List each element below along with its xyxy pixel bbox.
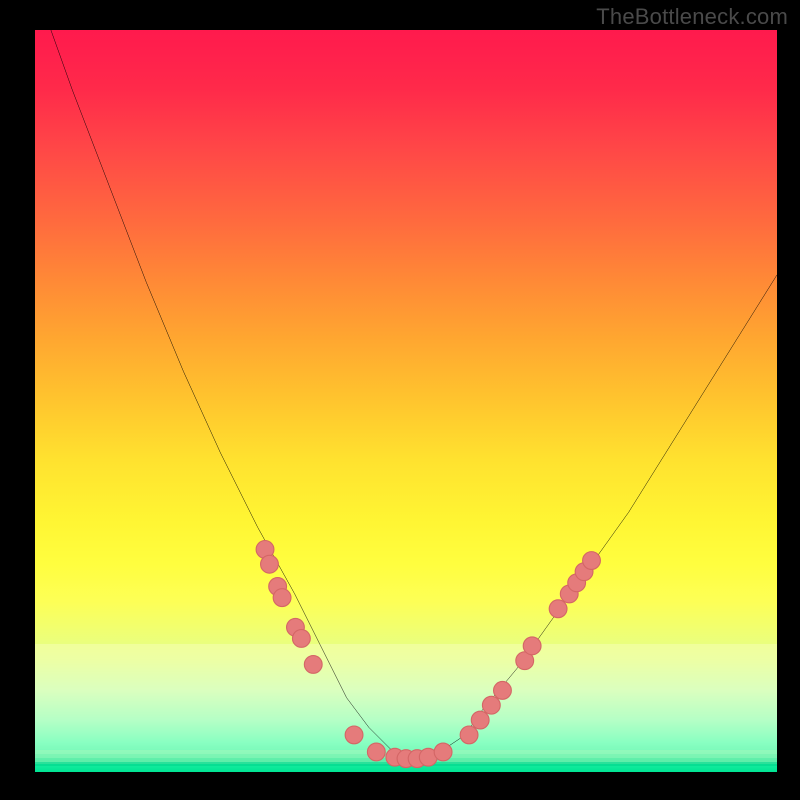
data-marker — [345, 726, 363, 744]
data-marker — [273, 589, 291, 607]
chart-frame: TheBottleneck.com — [0, 0, 800, 800]
data-marker — [583, 552, 601, 570]
data-marker — [523, 637, 541, 655]
data-marker — [367, 743, 385, 761]
data-marker — [304, 656, 322, 674]
data-marker — [460, 726, 478, 744]
data-marker — [292, 630, 310, 648]
data-marker — [549, 600, 567, 618]
data-marker — [494, 681, 512, 699]
data-marker — [471, 711, 489, 729]
marker-series — [256, 540, 600, 767]
watermark-text: TheBottleneck.com — [596, 4, 788, 30]
data-marker — [482, 696, 500, 714]
curve-path — [35, 0, 777, 757]
chart-svg — [35, 30, 777, 772]
data-marker — [261, 555, 279, 573]
plot-area — [35, 30, 777, 772]
curve-series — [35, 0, 777, 757]
data-marker — [434, 743, 452, 761]
